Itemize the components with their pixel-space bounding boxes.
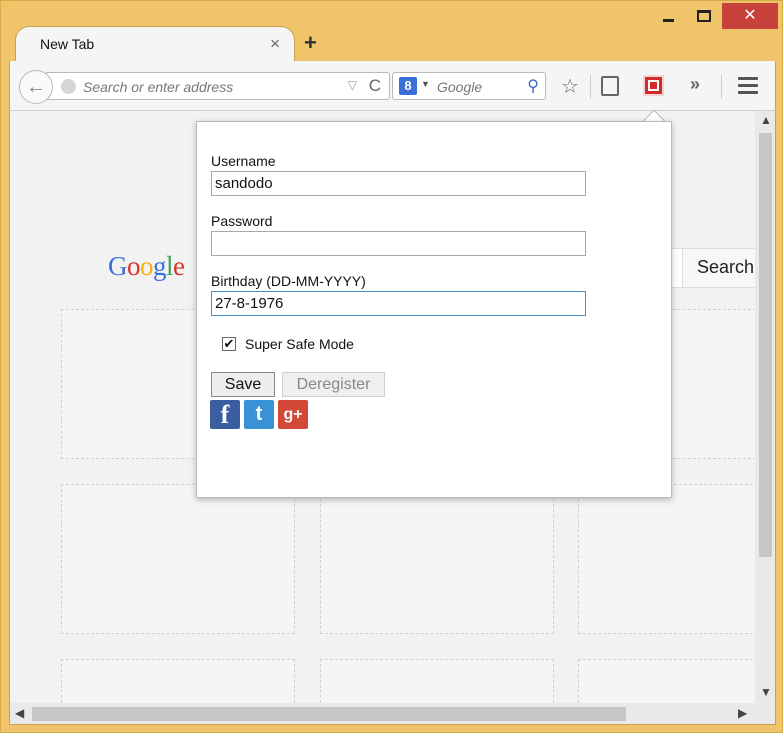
scroll-up-icon[interactable]: ▲ bbox=[760, 113, 772, 127]
maximize-icon bbox=[697, 10, 711, 22]
site-tile[interactable] bbox=[578, 484, 755, 634]
window-controls: ✕ bbox=[650, 3, 778, 31]
overflow-chevron-icon[interactable]: » bbox=[690, 74, 700, 95]
google-search-button[interactable]: Search bbox=[682, 248, 755, 288]
google-engine-icon[interactable]: 8 bbox=[399, 77, 417, 95]
site-tile[interactable] bbox=[578, 659, 755, 703]
url-input[interactable] bbox=[83, 78, 323, 96]
googleplus-share-icon[interactable]: g+ bbox=[278, 400, 308, 429]
engine-dropdown-icon[interactable]: ▼ bbox=[421, 79, 430, 89]
reload-icon[interactable]: C bbox=[369, 76, 381, 96]
horizontal-scroll-thumb[interactable] bbox=[32, 707, 626, 721]
birthday-label: Birthday (DD-MM-YYYY) bbox=[211, 273, 366, 289]
tab-close-icon[interactable]: × bbox=[270, 34, 280, 54]
search-icon[interactable]: ⚲ bbox=[527, 76, 539, 96]
minimize-icon bbox=[662, 18, 674, 22]
site-tile[interactable] bbox=[61, 659, 295, 703]
scroll-right-icon[interactable]: ▶ bbox=[738, 706, 747, 720]
tab-new-tab[interactable]: New Tab × bbox=[15, 26, 295, 62]
toolbar-separator bbox=[590, 75, 591, 99]
horizontal-scrollbar[interactable]: ◀ ▶ bbox=[9, 703, 776, 725]
vertical-scrollbar[interactable]: ▲ ▼ bbox=[755, 111, 776, 703]
search-input[interactable] bbox=[437, 78, 517, 96]
extension-popup: Username Password Birthday (DD-MM-YYYY) … bbox=[196, 121, 672, 498]
site-tile[interactable] bbox=[320, 484, 554, 634]
super-safe-mode-checkbox[interactable]: ✔ bbox=[222, 337, 236, 351]
back-arrow-icon: ← bbox=[26, 75, 46, 98]
back-button[interactable]: ← bbox=[19, 70, 53, 104]
twitter-share-icon[interactable]: t bbox=[244, 400, 274, 429]
toolbar-separator bbox=[721, 75, 722, 99]
menu-hamburger-icon[interactable] bbox=[738, 77, 758, 98]
scroll-left-icon[interactable]: ◀ bbox=[15, 706, 24, 720]
navigation-toolbar: ▽ C ← 8 ▼ ⚲ ☆ » bbox=[9, 61, 776, 111]
url-bar[interactable]: ▽ C bbox=[46, 72, 390, 100]
globe-icon bbox=[61, 79, 76, 94]
site-tile[interactable] bbox=[320, 659, 554, 703]
url-dropdown-icon[interactable]: ▽ bbox=[348, 78, 357, 92]
birthday-field[interactable] bbox=[211, 291, 586, 316]
google-logo: Google bbox=[108, 251, 185, 281]
extension-glyph bbox=[648, 80, 659, 91]
password-label: Password bbox=[211, 213, 273, 229]
new-tab-button[interactable]: + bbox=[304, 30, 317, 56]
vertical-scroll-thumb[interactable] bbox=[759, 133, 772, 557]
save-button[interactable]: Save bbox=[211, 372, 275, 397]
close-icon: ✕ bbox=[743, 7, 757, 24]
tab-title: New Tab bbox=[40, 36, 95, 52]
extension-icon[interactable] bbox=[643, 75, 664, 96]
browser-window: ✕ New Tab × + ▽ C ← 8 ▼ ⚲ ☆ » bbox=[0, 0, 783, 733]
password-field[interactable] bbox=[211, 231, 586, 256]
minimize-button[interactable] bbox=[650, 3, 686, 29]
scroll-down-icon[interactable]: ▼ bbox=[760, 685, 772, 699]
super-safe-mode-label: Super Safe Mode bbox=[245, 336, 354, 352]
facebook-share-icon[interactable]: f bbox=[210, 400, 240, 429]
bookmark-star-icon[interactable]: ☆ bbox=[561, 74, 579, 99]
username-label: Username bbox=[211, 153, 276, 169]
search-bar[interactable]: 8 ▼ ⚲ bbox=[392, 72, 546, 100]
close-window-button[interactable]: ✕ bbox=[722, 3, 778, 29]
reading-list-icon[interactable] bbox=[601, 76, 619, 96]
site-tile[interactable] bbox=[61, 484, 295, 634]
deregister-button[interactable]: Deregister bbox=[282, 372, 385, 397]
maximize-button[interactable] bbox=[686, 3, 722, 29]
username-field[interactable] bbox=[211, 171, 586, 196]
